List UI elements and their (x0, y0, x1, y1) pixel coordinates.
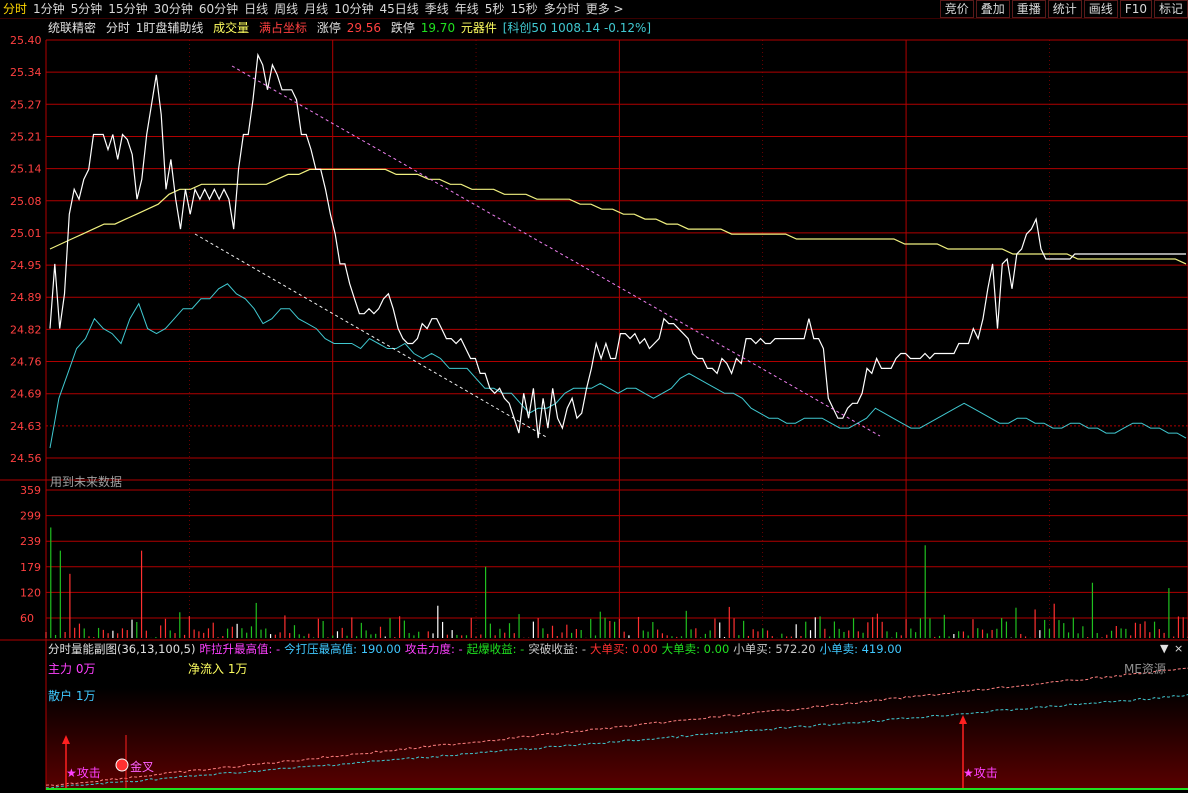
price-tick-label: 25.40 (10, 34, 42, 47)
price-tick-label: 25.27 (10, 98, 42, 111)
price-tick-label: 24.89 (10, 291, 42, 304)
volume-tick-label: 299 (20, 510, 41, 523)
average-price-line (49, 168, 1187, 265)
golden-cross-label: 金叉 (130, 760, 155, 774)
cyan-series-line (49, 283, 1187, 449)
price-tick-label: 25.21 (10, 130, 42, 143)
intraday-chart: 25.40 25.34 25.27 25.21 25.14 25.08 25.01 24.95… (0, 34, 1188, 790)
trend-line-upper (231, 65, 881, 437)
price-tick-label: 25.14 (10, 163, 42, 176)
sub-panel-bg (46, 688, 1188, 790)
price-tick-label: 24.63 (10, 420, 42, 433)
price-tick-label: 24.56 (10, 452, 42, 465)
net-inflow-label: 净流入 1万 (188, 662, 248, 676)
volume-tick-label: 359 (20, 484, 41, 497)
collapse-icon[interactable]: ▼ (1160, 642, 1168, 655)
volume-tick-label: 120 (20, 586, 41, 599)
price-tick-label: 24.82 (10, 323, 42, 336)
attack-label-1: ★攻击 (66, 766, 101, 780)
golden-cross-icon (115, 758, 129, 772)
price-tick-label: 24.76 (10, 356, 42, 369)
close-icon[interactable]: × (1174, 642, 1183, 655)
retail-label: 散户 1万 (48, 689, 96, 703)
main-force-label: 主力 0万 (48, 662, 96, 676)
price-tick-label: 25.01 (10, 227, 42, 240)
future-data-note: 用到未来数据 (50, 475, 123, 489)
price-tick-label: 25.34 (10, 66, 42, 79)
price-tick-label: 24.95 (10, 259, 42, 272)
price-tick-label: 25.08 (10, 195, 42, 208)
price-line (49, 52, 1186, 439)
price-tick-label: 24.69 (10, 388, 42, 401)
watermark-text: ME资源 (1124, 662, 1166, 676)
volume-tick-label: 60 (20, 612, 34, 625)
volume-tick-label: 179 (20, 561, 41, 574)
volume-tick-label: 239 (20, 535, 41, 548)
attack-label-2: ★攻击 (963, 766, 998, 780)
